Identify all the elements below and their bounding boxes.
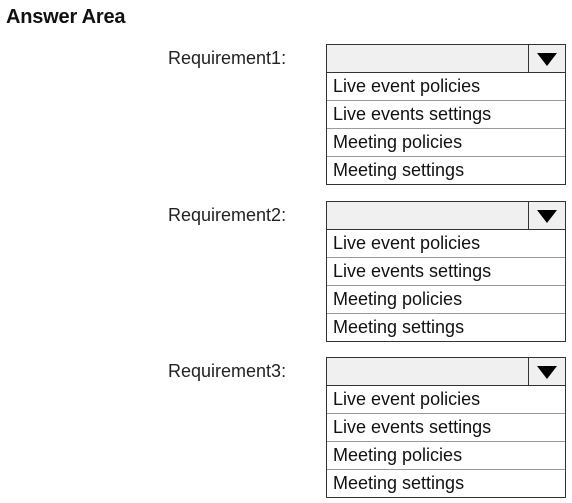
requirement-1-dropdown-button[interactable] [528,45,565,72]
requirement-1-option-meeting-settings[interactable]: Meeting settings [327,156,565,184]
requirement-1-dropdown[interactable]: Live event policies Live events settings… [326,44,566,185]
requirement-1-select[interactable] [326,44,566,73]
requirement-2-label: Requirement2: [168,205,287,225]
requirement-1-option-live-events-settings[interactable]: Live events settings [327,100,565,128]
requirement-3-select[interactable] [326,357,566,386]
triangle-down-icon [537,210,557,223]
requirement-1-options: Live event policies Live events settings… [326,73,566,185]
requirement-2-option-meeting-settings[interactable]: Meeting settings [327,313,565,341]
requirement-2-option-live-events-settings[interactable]: Live events settings [327,257,565,285]
triangle-down-icon [537,53,557,66]
requirement-3-dropdown-button[interactable] [528,358,565,385]
requirement-3-dropdown[interactable]: Live event policies Live events settings… [326,357,566,498]
requirement-3-option-live-events-settings[interactable]: Live events settings [327,413,565,441]
requirement-3-option-live-event-policies[interactable]: Live event policies [327,386,565,413]
requirement-3-options: Live event policies Live events settings… [326,386,566,498]
triangle-down-icon [537,366,557,379]
requirement-1-option-live-event-policies[interactable]: Live event policies [327,73,565,100]
requirement-1-option-meeting-policies[interactable]: Meeting policies [327,128,565,156]
requirement-3-label: Requirement3: [168,361,287,381]
requirement-3-option-meeting-policies[interactable]: Meeting policies [327,441,565,469]
requirement-2-dropdown-button[interactable] [528,202,565,229]
requirement-2-select[interactable] [326,201,566,230]
requirement-2-option-live-event-policies[interactable]: Live event policies [327,230,565,257]
answer-area-title: Answer Area [6,6,126,28]
requirement-2-options: Live event policies Live events settings… [326,230,566,342]
requirement-2-option-meeting-policies[interactable]: Meeting policies [327,285,565,313]
requirement-1-label: Requirement1: [168,48,287,68]
requirement-3-option-meeting-settings[interactable]: Meeting settings [327,469,565,497]
requirement-2-dropdown[interactable]: Live event policies Live events settings… [326,201,566,342]
